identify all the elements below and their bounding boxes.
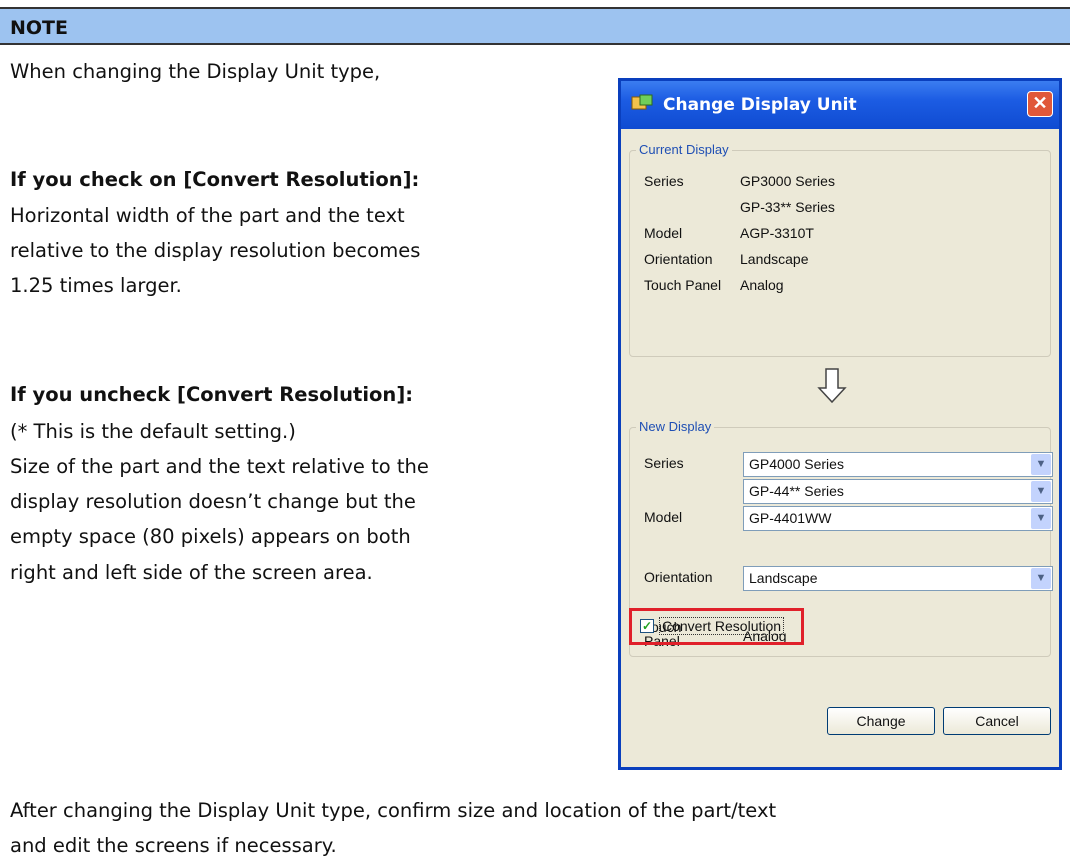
orientation-value: Landscape — [740, 251, 809, 267]
change-button[interactable]: Change — [827, 707, 935, 735]
cancel-button[interactable]: Cancel — [943, 707, 1051, 735]
orientation-select-value: Landscape — [749, 570, 818, 586]
intro-text: When changing the Display Unit type, — [10, 60, 381, 83]
orientation-label: Orientation — [644, 569, 713, 585]
app-icon — [631, 94, 653, 110]
series-value: GP3000 Series — [740, 173, 835, 189]
change-display-unit-dialog: Change Display Unit ✕ Current Display Se… — [618, 78, 1062, 770]
uncheck-body-line: Size of the part and the text relative t… — [10, 455, 429, 478]
series-select-value: GP4000 Series — [749, 456, 844, 472]
series-select[interactable]: GP4000 Series ▼ — [743, 452, 1053, 477]
orientation-label: Orientation — [644, 251, 713, 267]
model-select[interactable]: GP-4401WW ▼ — [743, 506, 1053, 531]
chevron-down-icon[interactable]: ▼ — [1031, 568, 1051, 589]
note-title: NOTE — [10, 17, 68, 39]
series-label: Series — [644, 455, 684, 471]
note-header: NOTE — [0, 7, 1070, 45]
arrow-down-icon — [817, 368, 847, 404]
check-heading: If you check on [Convert Resolution]: — [10, 168, 420, 191]
orientation-select[interactable]: Landscape ▼ — [743, 566, 1053, 591]
close-icon[interactable]: ✕ — [1027, 91, 1053, 117]
convert-resolution-highlight: ✓ Convert Resolution — [629, 608, 804, 645]
chevron-down-icon[interactable]: ▼ — [1031, 481, 1051, 502]
chevron-down-icon[interactable]: ▼ — [1031, 454, 1051, 475]
subseries-value: GP-33** Series — [740, 199, 835, 215]
convert-resolution-label[interactable]: Convert Resolution — [659, 617, 785, 635]
model-label: Model — [644, 509, 683, 525]
uncheck-heading: If you uncheck [Convert Resolution]: — [10, 383, 414, 406]
footer-line: After changing the Display Unit type, co… — [10, 799, 777, 822]
touch-panel-label: Touch Panel — [644, 277, 722, 293]
convert-resolution-checkbox[interactable]: ✓ — [640, 619, 654, 633]
model-value: AGP-3310T — [740, 225, 814, 241]
dialog-titlebar: Change Display Unit ✕ — [621, 81, 1059, 129]
uncheck-body-line: right and left side of the screen area. — [10, 561, 373, 584]
model-select-value: GP-4401WW — [749, 510, 832, 526]
touch-panel-value: Analog — [740, 277, 784, 293]
model-label: Model — [644, 225, 683, 241]
new-display-label: New Display — [636, 419, 715, 434]
subseries-select-value: GP-44** Series — [749, 483, 844, 499]
footer-line: and edit the screens if necessary. — [10, 834, 337, 857]
dialog-title: Change Display Unit — [663, 95, 857, 115]
current-display-label: Current Display — [636, 142, 732, 157]
series-label: Series — [644, 173, 684, 189]
uncheck-body-line: display resolution doesn’t change but th… — [10, 490, 416, 513]
uncheck-body-line: empty space (80 pixels) appears on both — [10, 525, 411, 548]
subseries-select[interactable]: GP-44** Series ▼ — [743, 479, 1053, 504]
check-body-line: Horizontal width of the part and the tex… — [10, 204, 405, 227]
check-body-line: relative to the display resolution becom… — [10, 239, 421, 262]
current-display-group: Current Display Series GP3000 Series GP-… — [629, 142, 1051, 357]
chevron-down-icon[interactable]: ▼ — [1031, 508, 1051, 529]
uncheck-body-line: (* This is the default setting.) — [10, 420, 296, 443]
check-body-line: 1.25 times larger. — [10, 274, 182, 297]
